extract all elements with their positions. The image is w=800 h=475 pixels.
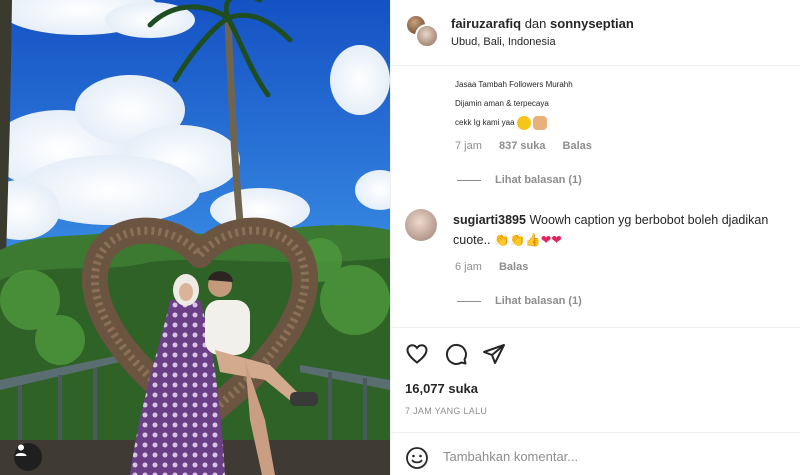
comment-1-line-1: Jasaa Tambah Followers Murahh [455,80,573,89]
clap-emoji-icon: 👏👏👍 [494,233,541,247]
add-comment-bar [391,432,800,475]
comment-2-view-replies[interactable]: Lihat balasan (1) [457,295,582,307]
comments-list[interactable]: Jasaa Tambah Followers Murahh Dijamin am… [391,67,800,327]
comment-1-reply-button[interactable]: Balas [563,140,592,152]
comment-1-line-3: cekk Ig kami yaa [455,118,515,127]
replies-divider [457,300,481,302]
comment-icon[interactable] [444,342,468,366]
comment-2-avatar[interactable] [405,209,437,241]
comment-1-text: Jasaa Tambah Followers Murahh Dijamin am… [455,75,573,132]
like-count[interactable]: 16,077 suka [405,381,478,396]
user-tag-icon [15,444,27,456]
comment-2-view-replies-label: Lihat balasan (1) [495,295,582,307]
emoji-icon[interactable] [405,446,429,470]
comment-2-username[interactable]: sugiarti3895 [453,213,526,227]
post-time-ago[interactable]: 7 JAM YANG LALU [405,406,487,416]
replies-divider [457,179,481,181]
comment-1-view-replies[interactable]: Lihat balasan (1) [457,174,582,186]
post-image [0,0,390,475]
collab-usernames: fairuzarafiq dan sonnyseptian [451,16,634,31]
heart-icon[interactable] [405,342,429,366]
comment-2-meta: 6 jam Balas [455,261,542,273]
comment-2-time[interactable]: 6 jam [455,261,482,273]
comment-1-view-replies-label: Lihat balasan (1) [495,174,582,186]
user-tag-button[interactable] [14,443,42,471]
username-link-1[interactable]: fairuzarafiq [451,16,521,31]
comment-2-text: sugiarti3895 Woowh caption yg berbobot b… [453,210,793,250]
comment-1-time[interactable]: 7 jam [455,140,482,152]
comment-1-likes[interactable]: 837 suka [499,140,545,152]
comment-input[interactable] [443,445,743,467]
post-side-panel: fairuzarafiq dan sonnyseptian Ubud, Bali… [390,0,800,475]
comment-1-meta: 7 jam 837 suka Balas [455,140,606,152]
post-actions: 16,077 suka 7 JAM YANG LALU [391,327,800,475]
post-header: fairuzarafiq dan sonnyseptian Ubud, Bali… [391,0,800,66]
comment-1-line-2: Dijamin aman & terpecaya [455,99,549,108]
collab-avatars[interactable] [405,14,441,50]
share-icon[interactable] [482,342,506,366]
avatar-user2[interactable] [415,24,439,48]
post-photo[interactable] [0,0,390,475]
comment-2-reply-button[interactable]: Balas [499,261,528,273]
folded-hands-emoji-icon [533,115,548,130]
heart-emoji-icon: ❤❤ [540,233,562,247]
location-link[interactable]: Ubud, Bali, Indonesia [451,36,556,48]
conjunction-text: dan [524,16,547,31]
username-link-2[interactable]: sonnyseptian [550,16,634,31]
grinning-emoji-icon [516,115,531,130]
